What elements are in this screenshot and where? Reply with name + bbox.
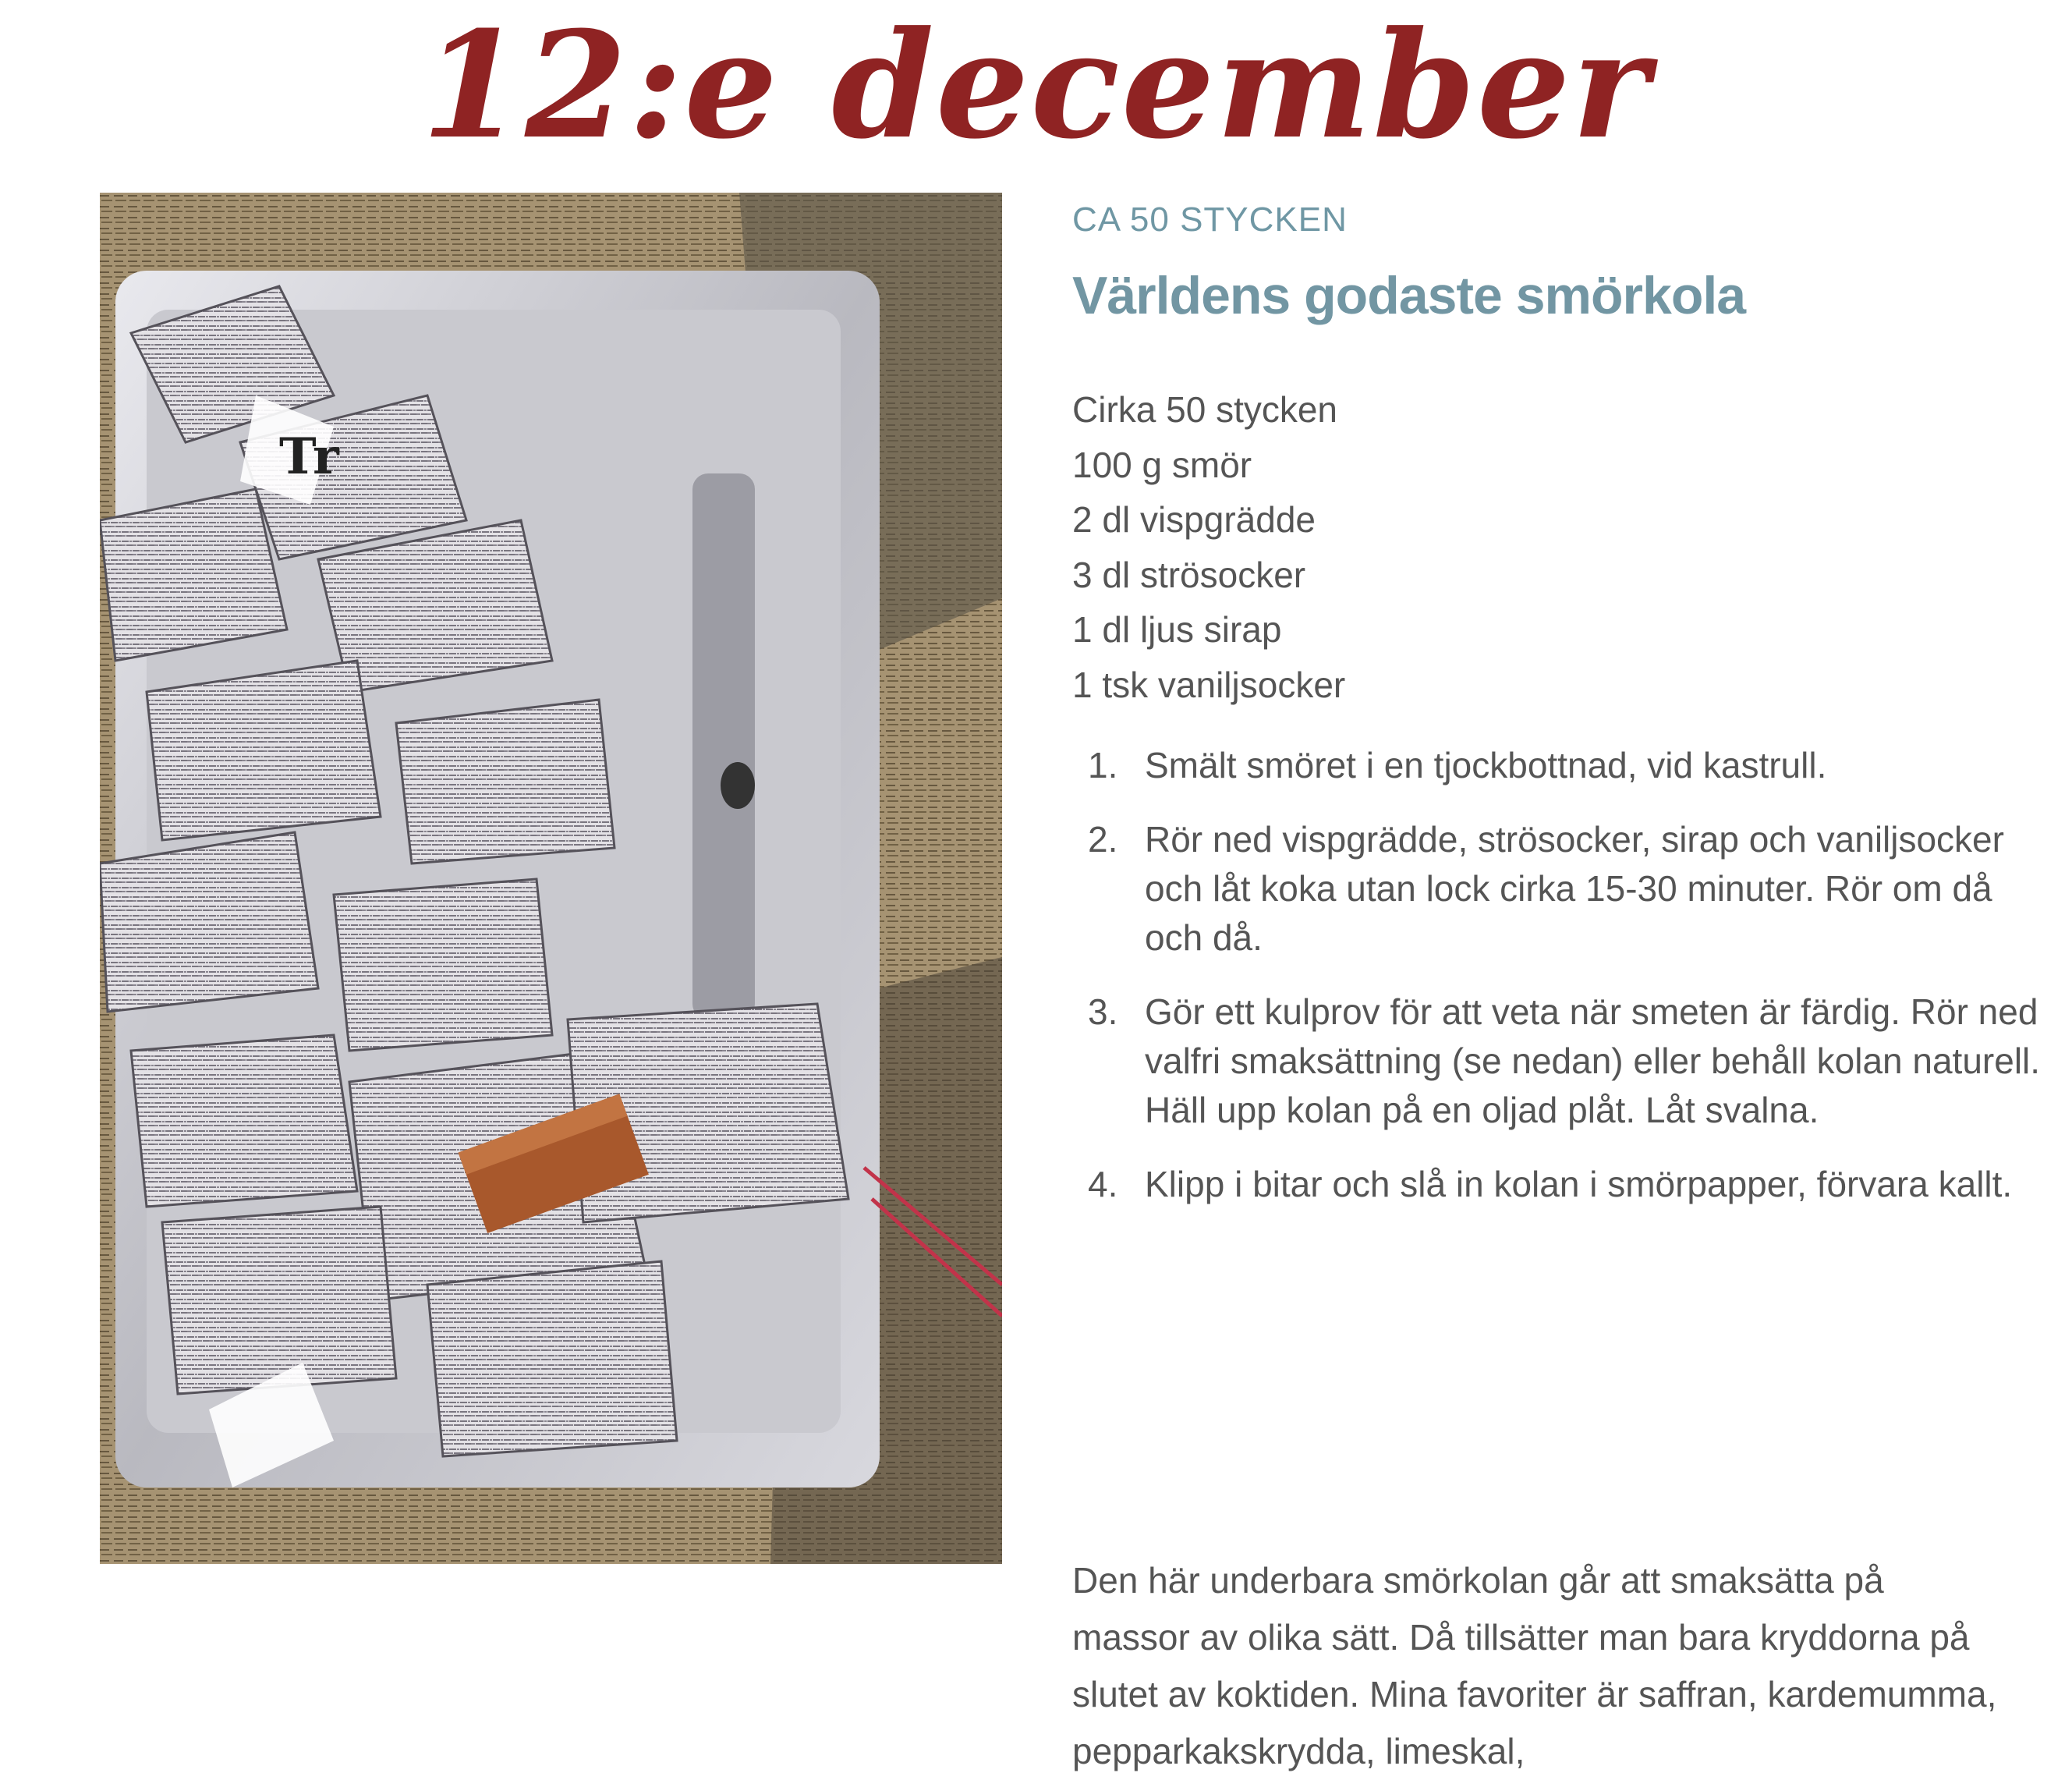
ingredient-item: 100 g smör (1072, 444, 1252, 485)
step-number: 3. (1088, 991, 1118, 1032)
ingredient-item: Cirka 50 stycken (1072, 389, 1338, 430)
step-number: 1. (1088, 745, 1118, 785)
ingredient-item: 1 dl ljus sirap (1072, 609, 1282, 650)
step-list: 1. Smält smöret i en tjockbottnad, vid k… (1072, 741, 2055, 1234)
step-number: 2. (1088, 819, 1118, 860)
step-text: Klipp i bitar och slå in kolan i smörpap… (1145, 1164, 2013, 1204)
step-text: Gör ett kulprov för att veta när smeten … (1145, 991, 2041, 1130)
ingredient-list: Cirka 50 stycken 100 g smör 2 dl vispgrä… (1072, 382, 1345, 712)
recipe-title: Världens godaste smörkola (1072, 266, 1746, 325)
step-text: Smält smöret i en tjockbottnad, vid kast… (1145, 745, 1827, 785)
step-number: 4. (1088, 1164, 1118, 1204)
svg-text:Tr: Tr (279, 427, 340, 486)
toffee-photo-illustration: Tr (100, 193, 1002, 1564)
recipe-outro: Den här underbara smörkolan går att smak… (1072, 1560, 1997, 1771)
step-text: Rör ned vispgrädde, strösocker, sirap oc… (1145, 819, 2004, 958)
step-item: 2. Rör ned vispgrädde, strösocker, sirap… (1072, 815, 2055, 963)
step-item: 1. Smält smöret i en tjockbottnad, vid k… (1072, 741, 2055, 790)
toffee-photo: Tr (100, 193, 1002, 1564)
step-item: 3. Gör ett kulprov för att veta när smet… (1072, 988, 2055, 1135)
step-item: 4. Klipp i bitar och slå in kolan i smör… (1072, 1160, 2055, 1209)
ingredient-item: 1 tsk vaniljsocker (1072, 664, 1346, 705)
ingredient-item: 2 dl vispgrädde (1072, 499, 1316, 540)
recipe-yield: CA 50 STYCKEN (1072, 200, 1348, 239)
page-title: 12:e december (421, 0, 1651, 172)
ingredient-item: 3 dl strösocker (1072, 554, 1306, 595)
